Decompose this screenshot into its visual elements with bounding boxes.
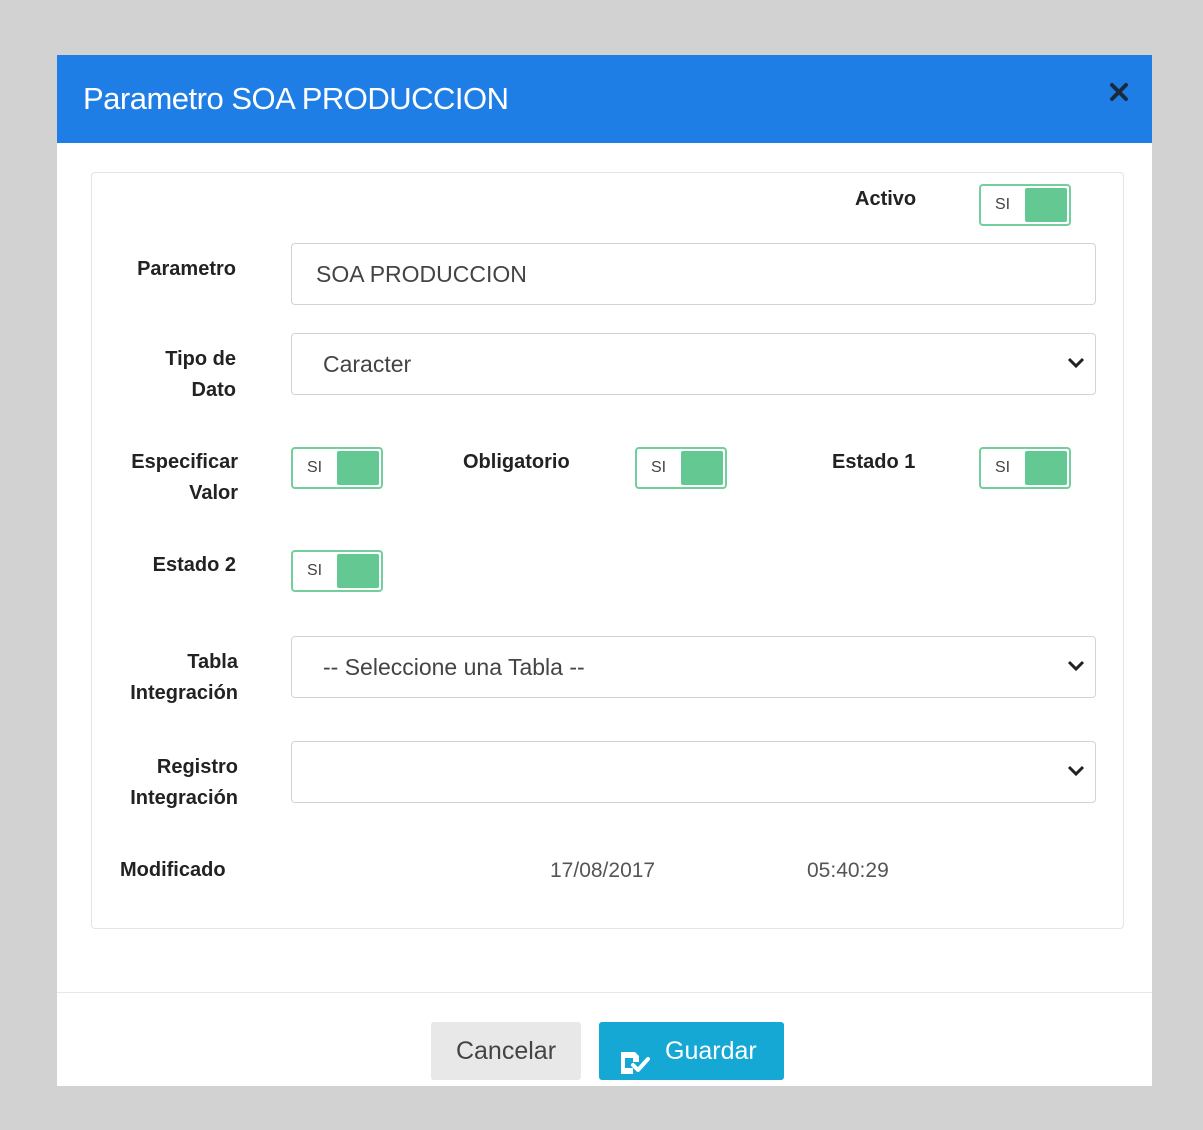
obligatorio-toggle-text: SI [651,459,667,476]
obligatorio-label: Obligatorio [463,451,570,473]
activo-toggle-text: SI [995,196,1011,213]
dialog-header: Parametro SOA PRODUCCION [57,55,1152,143]
especificar-valor-toggle[interactable]: SI [291,447,383,489]
tabla-integracion-label: Tabla Integración [92,647,238,709]
tabla-integracion-select[interactable]: -- Seleccione una Tabla -- [291,636,1096,698]
estado2-label: Estado 2 [152,554,236,576]
dialog-title: Parametro SOA PRODUCCION [83,81,509,116]
estado2-toggle-text: SI [307,562,323,579]
save-check-icon [619,1039,651,1074]
obligatorio-toggle-knob [681,451,723,485]
especificar-valor-label: Especificar Valor [92,447,238,509]
activo-label: Activo [855,188,917,210]
especificar-valor-toggle-knob [337,451,379,485]
chevron-down-icon [1067,659,1085,673]
modificado-time: 05:40:29 [807,859,889,882]
activo-toggle-knob [1025,188,1067,222]
save-button-label: Guardar [665,1037,757,1065]
tipo-dato-select[interactable]: Caracter [291,333,1096,395]
tabla-integracion-selected: -- Seleccione una Tabla -- [323,654,585,680]
tabla-integracion-label-line2: Integración [130,682,238,704]
chevron-down-icon [1067,764,1085,778]
estado1-toggle[interactable]: SI [979,447,1071,489]
tipo-dato-selected: Caracter [323,351,412,377]
parameter-dialog: Parametro SOA PRODUCCION Activo SI Param… [57,55,1152,1086]
cancel-button[interactable]: Cancelar [431,1022,581,1080]
tipo-dato-label-line1: Tipo de [165,348,236,370]
estado1-label: Estado 1 [832,451,916,473]
tabla-integracion-label-line1: Tabla [187,651,238,673]
registro-integracion-label-line2: Integración [130,787,238,809]
estado2-toggle-knob [337,554,379,588]
tipo-dato-label: Tipo de Dato [92,344,236,406]
modificado-label: Modificado [120,859,226,881]
parametro-value: SOA PRODUCCION [316,261,527,287]
parametro-input[interactable]: SOA PRODUCCION [291,243,1096,305]
registro-integracion-label: Registro Integración [92,752,238,814]
close-icon[interactable] [1106,79,1132,105]
estado1-toggle-text: SI [995,459,1011,476]
activo-toggle[interactable]: SI [979,184,1071,226]
estado1-toggle-knob [1025,451,1067,485]
registro-integracion-select[interactable] [291,741,1096,803]
estado2-toggle[interactable]: SI [291,550,383,592]
save-button[interactable]: Guardar [599,1022,784,1080]
especificar-valor-label-line1: Especificar [131,451,238,473]
obligatorio-toggle[interactable]: SI [635,447,727,489]
modificado-date: 17/08/2017 [550,859,656,882]
especificar-valor-toggle-text: SI [307,459,323,476]
parametro-label: Parametro [137,258,236,280]
especificar-valor-label-line2: Valor [189,482,238,504]
form-panel: Activo SI Parametro SOA PRODUCCION Tipo … [91,172,1124,929]
tipo-dato-label-line2: Dato [191,379,236,401]
footer-divider [57,992,1152,993]
registro-integracion-label-line1: Registro [156,756,238,778]
chevron-down-icon [1067,356,1085,370]
